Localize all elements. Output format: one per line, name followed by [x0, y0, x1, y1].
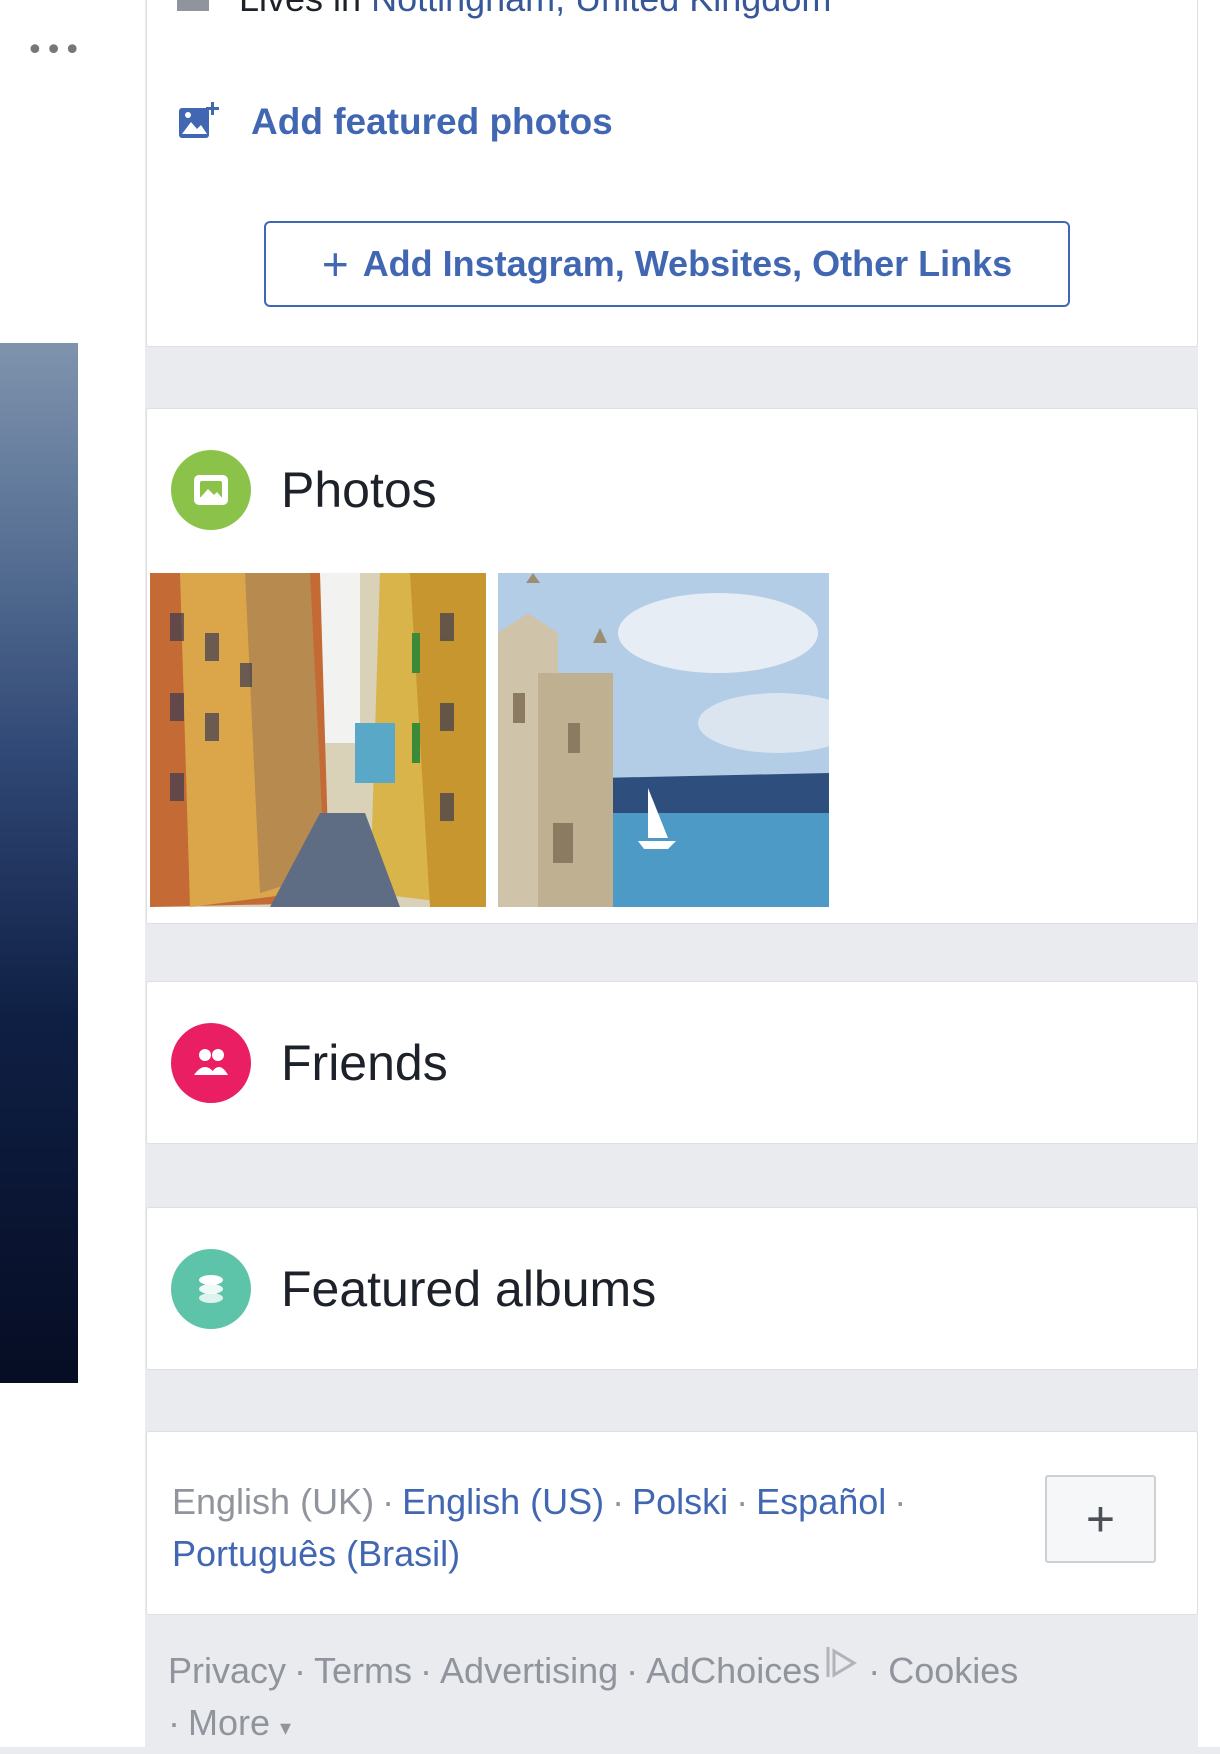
language-option[interactable]: Polski: [632, 1481, 728, 1522]
lives-in-link[interactable]: Nottingham, United Kingdom: [371, 0, 831, 19]
footer-link-privacy[interactable]: Privacy: [168, 1650, 286, 1691]
friends-title: Friends: [281, 1035, 448, 1091]
right-edge: [1198, 0, 1220, 1747]
photo-thumbnail[interactable]: [498, 573, 829, 907]
intro-card: Lives in Nottingham, United Kingdom Add …: [146, 0, 1198, 347]
photo-thumbnail[interactable]: [150, 573, 486, 907]
add-featured-photos-link[interactable]: Add featured photos: [251, 101, 613, 143]
more-icon[interactable]: •••: [26, 36, 82, 66]
footer-link-cookies[interactable]: Cookies: [888, 1650, 1018, 1691]
language-list: English (UK) · English (US) · Polski · Español…: [172, 1481, 907, 1574]
house-icon: [177, 0, 209, 12]
language-option[interactable]: English (US): [402, 1481, 604, 1522]
language-card: English (UK) · English (US) · Polski · Español…: [146, 1431, 1198, 1615]
lives-in-row: Lives in Nottingham, United Kingdom: [177, 0, 831, 40]
language-option[interactable]: Português (Brasil): [172, 1533, 460, 1574]
language-option[interactable]: Español: [756, 1481, 886, 1522]
adchoices-icon: [826, 1647, 858, 1678]
chevron-down-icon[interactable]: ▾: [280, 1715, 291, 1740]
add-links-label: Add Instagram, Websites, Other Links: [362, 243, 1013, 284]
albums-header[interactable]: Featured albums: [171, 1249, 656, 1329]
footer-link-more[interactable]: More: [188, 1702, 270, 1743]
footer-link-terms[interactable]: Terms: [314, 1650, 412, 1691]
friends-icon: [171, 1023, 251, 1103]
left-column: •••: [0, 0, 145, 1747]
current-language: English (UK): [172, 1481, 375, 1522]
add-language-button[interactable]: +: [1045, 1475, 1156, 1563]
photos-card: Photos: [146, 408, 1198, 924]
footer-links: Privacy · Terms · Advertising · AdChoices · Cook…: [168, 1645, 1168, 1754]
albums-icon: [171, 1249, 251, 1329]
tower-harbor-photo: [498, 573, 829, 907]
add-links-button[interactable]: + Add Instagram, Websites, Other Links: [264, 221, 1070, 307]
photos-title: Photos: [281, 462, 437, 518]
street-photo: [150, 573, 486, 907]
photo-icon: [171, 450, 251, 530]
footer-link-adchoices[interactable]: AdChoices: [646, 1650, 820, 1691]
albums-title: Featured albums: [281, 1261, 657, 1317]
friends-card: Friends: [146, 981, 1198, 1144]
footer-link-advertising[interactable]: Advertising: [440, 1650, 618, 1691]
cover-photo[interactable]: [0, 343, 78, 1383]
albums-card: Featured albums: [146, 1207, 1198, 1370]
add-photo-icon: [179, 102, 219, 138]
friends-header[interactable]: Friends: [171, 1023, 448, 1103]
lives-in-label: Lives in: [239, 0, 371, 19]
featured-photos-row[interactable]: Add featured photos: [177, 100, 613, 144]
photos-header[interactable]: Photos: [171, 450, 437, 530]
plus-icon: +: [321, 238, 349, 290]
